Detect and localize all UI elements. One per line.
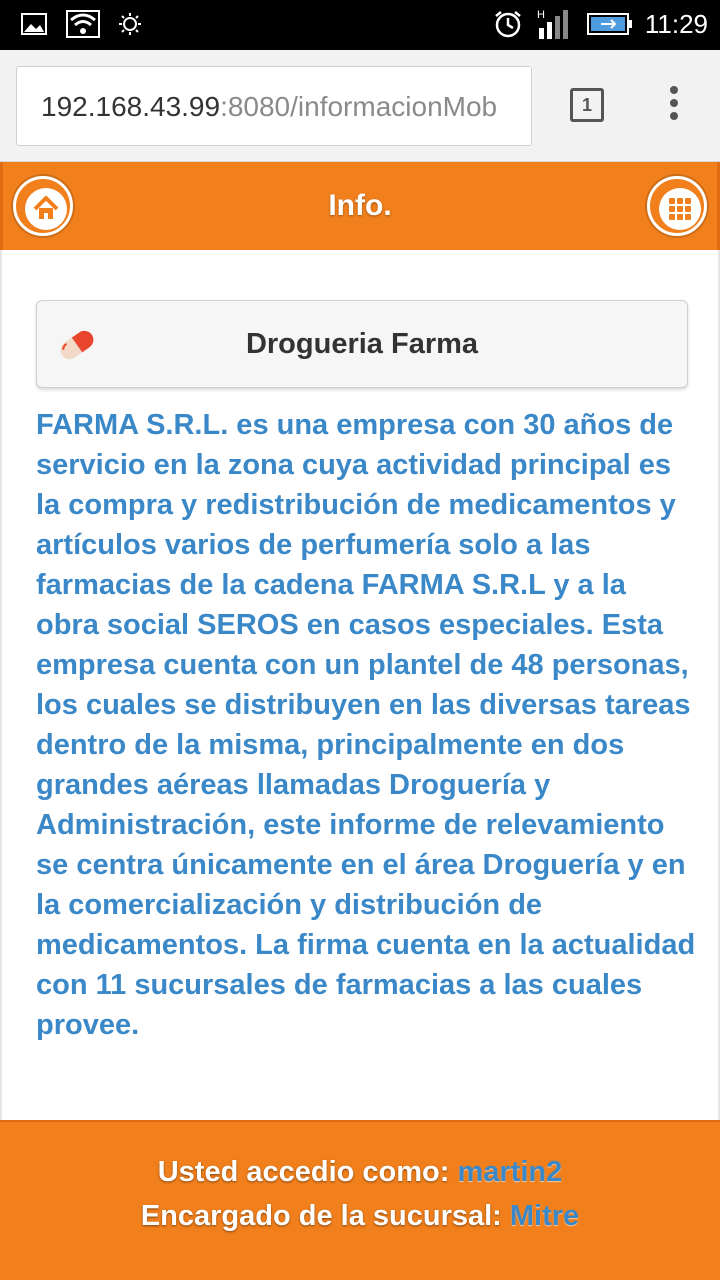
status-left-icons — [20, 10, 142, 38]
company-description: FARMA S.R.L. es una empresa con 30 años … — [36, 409, 696, 1041]
browser-toolbar: 192.168.43.99:8080/informacionMob 1 — [0, 50, 720, 162]
company-name: Drogueria Farma — [245, 328, 479, 360]
status-bar: H 11:29 — [0, 0, 720, 50]
status-right-icons: H 11:29 — [493, 8, 708, 40]
url-path: :8080/informacionMob — [220, 91, 498, 122]
page-title: Info. — [328, 189, 392, 222]
status-time: 11:29 — [644, 8, 708, 39]
branch-manager-value: Mitre — [509, 1200, 580, 1232]
alarm-icon — [495, 11, 521, 38]
company-button[interactable]: Drogueria Farma — [36, 300, 688, 388]
battery-icon — [586, 13, 632, 35]
grid-icon — [659, 188, 701, 230]
address-bar[interactable]: 192.168.43.99:8080/informacionMob — [16, 66, 532, 146]
logged-user-label: Usted accedio como: — [157, 1156, 458, 1188]
brightness-icon — [119, 13, 141, 35]
content-area: Drogueria Farma FARMA S.R.L. es una empr… — [0, 250, 720, 1120]
wifi-icon — [66, 10, 100, 38]
tab-switcher-button[interactable]: 1 — [570, 88, 604, 122]
gallery-icon — [21, 13, 47, 35]
url-host: 192.168.43.99 — [41, 91, 221, 122]
signal-icon: H — [537, 9, 568, 39]
footer: Usted accedio como: martin2 Encargado de… — [0, 1120, 720, 1280]
page-header: Info. — [0, 162, 720, 250]
branch-manager-label: Encargado de la sucursal: — [140, 1200, 510, 1232]
logged-user-line: Usted accedio como: martin2 — [0, 1156, 720, 1189]
logged-user-value: martin2 — [457, 1156, 563, 1188]
overflow-menu-icon[interactable] — [664, 86, 684, 126]
branch-manager-line: Encargado de la sucursal: Mitre — [0, 1200, 720, 1233]
svg-text:H: H — [537, 9, 545, 21]
menu-grid-button[interactable] — [647, 176, 707, 236]
